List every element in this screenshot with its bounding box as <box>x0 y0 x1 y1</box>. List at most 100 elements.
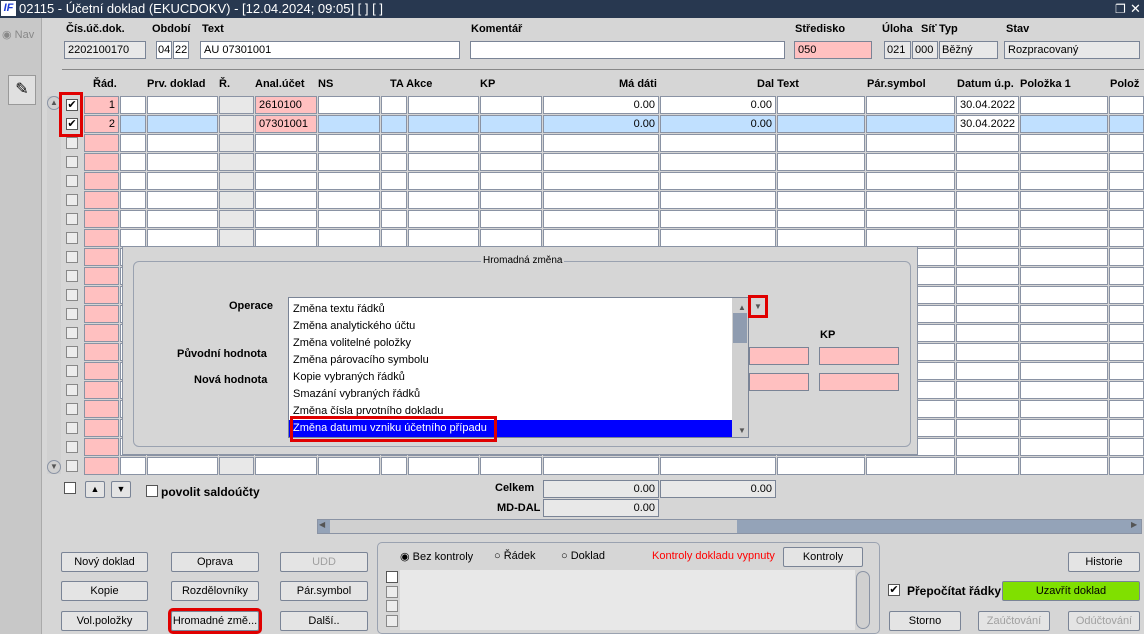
kontroly-checkbox[interactable] <box>386 586 398 598</box>
cell-rad[interactable] <box>84 286 119 304</box>
cell-col15[interactable] <box>1109 229 1144 247</box>
uzavrit-doklad-button[interactable]: Uzavřít doklad <box>1002 581 1140 601</box>
cell-datum[interactable] <box>956 419 1019 437</box>
row-checkbox[interactable] <box>66 365 78 377</box>
row-checkbox[interactable] <box>66 384 78 396</box>
cell-ma_dati[interactable] <box>543 210 659 228</box>
cell-datum[interactable]: 30.04.2022 <box>956 96 1019 114</box>
cell-col14[interactable] <box>1020 343 1108 361</box>
cell-col15[interactable] <box>1109 381 1144 399</box>
cell-datum[interactable] <box>956 210 1019 228</box>
cell-rad[interactable] <box>84 229 119 247</box>
cell-col6[interactable] <box>381 172 407 190</box>
cell-ma_dati[interactable]: 0.00 <box>543 96 659 114</box>
par-symbol-button[interactable]: Pár.symbol <box>280 581 368 601</box>
cell-col15[interactable] <box>1109 134 1144 152</box>
historie-button[interactable]: Historie <box>1068 552 1140 572</box>
cell-col1[interactable] <box>120 210 146 228</box>
cell-anal[interactable] <box>255 229 317 247</box>
cell-col2[interactable] <box>147 96 218 114</box>
cell-col15[interactable] <box>1109 172 1144 190</box>
cell-col7[interactable] <box>408 191 479 209</box>
povolit-checkbox[interactable] <box>146 485 158 497</box>
cell-datum[interactable] <box>956 267 1019 285</box>
cell-anal[interactable]: 2610100 <box>255 96 317 114</box>
cell-col11[interactable] <box>777 153 865 171</box>
cell-rad[interactable] <box>84 457 119 475</box>
cell-col3[interactable] <box>219 191 254 209</box>
row-checkbox[interactable] <box>66 403 78 415</box>
cell-col6[interactable] <box>381 153 407 171</box>
cell-rad[interactable]: 2 <box>84 115 119 133</box>
list-thumb[interactable] <box>733 313 747 343</box>
cell-col7[interactable] <box>408 134 479 152</box>
row-checkbox[interactable] <box>66 327 78 339</box>
operace-option[interactable]: Změna čísla prvotního dokladu <box>289 403 748 420</box>
radio-bez-kontroly[interactable]: ◉ Bez kontroly <box>400 550 473 563</box>
cell-col8[interactable] <box>480 153 542 171</box>
cell-col12[interactable] <box>866 229 955 247</box>
grid-hscrollbar[interactable]: ◀ ▶ <box>317 519 1142 534</box>
cell-col12[interactable] <box>866 210 955 228</box>
cell-col8[interactable] <box>480 134 542 152</box>
cell-col7[interactable] <box>408 115 479 133</box>
cell-datum[interactable] <box>956 248 1019 266</box>
cell-col2[interactable] <box>147 134 218 152</box>
radio-radek[interactable]: ○ Řádek <box>494 550 536 562</box>
cell-col14[interactable] <box>1020 172 1108 190</box>
cell-col11[interactable] <box>777 457 865 475</box>
cell-anal[interactable] <box>255 134 317 152</box>
cell-col15[interactable] <box>1109 153 1144 171</box>
cell-col8[interactable] <box>480 191 542 209</box>
vol-polozky-button[interactable]: Vol.položky <box>61 611 148 631</box>
cell-col1[interactable] <box>120 96 146 114</box>
cell-col7[interactable] <box>408 172 479 190</box>
cell-col14[interactable] <box>1020 362 1108 380</box>
cell-col15[interactable] <box>1109 400 1144 418</box>
cell-dal[interactable] <box>660 210 776 228</box>
row-checkbox[interactable] <box>66 251 78 263</box>
cell-datum[interactable] <box>956 457 1019 475</box>
list-up-icon[interactable]: ▲ <box>733 299 747 313</box>
eraser-icon[interactable]: ✎ <box>8 75 36 105</box>
cell-col6[interactable] <box>381 229 407 247</box>
row-checkbox[interactable] <box>66 156 78 168</box>
cell-col2[interactable] <box>147 153 218 171</box>
cell-anal[interactable] <box>255 191 317 209</box>
cell-col3[interactable] <box>219 134 254 152</box>
cell-col14[interactable] <box>1020 305 1108 323</box>
cell-col15[interactable] <box>1109 191 1144 209</box>
nova-field-a[interactable] <box>749 373 809 391</box>
cell-datum[interactable] <box>956 362 1019 380</box>
cell-col14[interactable] <box>1020 229 1108 247</box>
udd-button[interactable]: UDD <box>280 552 368 572</box>
cell-dal[interactable] <box>660 191 776 209</box>
cell-col1[interactable] <box>120 134 146 152</box>
cell-col3[interactable] <box>219 172 254 190</box>
nova-kp-field[interactable] <box>819 373 899 391</box>
cell-anal[interactable] <box>255 457 317 475</box>
cell-anal[interactable] <box>255 172 317 190</box>
cell-col3[interactable] <box>219 153 254 171</box>
oprava-button[interactable]: Oprava <box>171 552 259 572</box>
kontroly-checkbox[interactable] <box>386 600 398 612</box>
cell-dal[interactable]: 0.00 <box>660 115 776 133</box>
row-checkbox[interactable] <box>66 460 78 472</box>
text-field[interactable]: AU 07301001 <box>200 41 460 59</box>
oductovani-button[interactable]: Odúčtování <box>1068 611 1140 631</box>
cell-rad[interactable] <box>84 381 119 399</box>
cell-col14[interactable] <box>1020 381 1108 399</box>
novy-doklad-button[interactable]: Nový doklad <box>61 552 148 572</box>
operace-option[interactable]: Změna volitelné položky <box>289 335 748 352</box>
dalsi-button[interactable]: Další.. <box>280 611 368 631</box>
cell-col2[interactable] <box>147 210 218 228</box>
cell-col14[interactable] <box>1020 324 1108 342</box>
cell-anal[interactable]: 07301001 <box>255 115 317 133</box>
komentar-field[interactable] <box>470 41 785 59</box>
cell-col5[interactable] <box>318 115 380 133</box>
scroll-down-icon[interactable]: ▼ <box>47 460 61 474</box>
cell-dal[interactable]: 0.00 <box>660 96 776 114</box>
cell-ma_dati[interactable]: 0.00 <box>543 115 659 133</box>
row-checkbox[interactable] <box>66 194 78 206</box>
cell-col14[interactable] <box>1020 134 1108 152</box>
